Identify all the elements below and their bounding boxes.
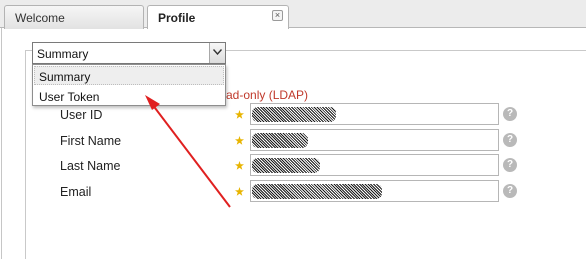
view-select-options: Summary User Token xyxy=(32,64,226,106)
help-icon[interactable]: ? xyxy=(503,107,517,121)
close-icon[interactable]: × xyxy=(272,10,283,21)
tab-bar: Welcome Profile × xyxy=(0,0,586,29)
obscured-value xyxy=(252,133,308,148)
first-name-field[interactable] xyxy=(250,129,499,151)
star-icon xyxy=(235,110,244,119)
view-select-value: Summary xyxy=(37,47,89,61)
star-icon xyxy=(235,187,244,196)
user-id-field[interactable] xyxy=(250,103,499,125)
obscured-value xyxy=(252,184,382,199)
email-field[interactable] xyxy=(250,180,499,202)
option-user-token[interactable]: User Token xyxy=(34,86,224,105)
view-select[interactable]: Summary xyxy=(32,42,226,64)
obscured-value xyxy=(252,107,336,122)
tab-welcome[interactable]: Welcome xyxy=(4,5,144,29)
panel-border xyxy=(1,28,2,259)
tab-welcome-label: Welcome xyxy=(15,11,65,25)
email-label: Email xyxy=(60,185,92,199)
help-icon[interactable]: ? xyxy=(503,133,517,147)
last-name-label: Last Name xyxy=(60,159,121,173)
chevron-down-icon xyxy=(213,49,222,55)
obscured-value xyxy=(252,158,320,173)
user-id-label: User ID xyxy=(60,108,103,122)
last-name-field[interactable] xyxy=(250,154,499,176)
first-name-label: First Name xyxy=(60,134,122,148)
option-summary[interactable]: Summary xyxy=(34,66,224,85)
tab-profile-label: Profile xyxy=(158,11,196,25)
dropdown-trigger[interactable] xyxy=(209,43,225,63)
star-icon xyxy=(235,161,244,170)
help-icon[interactable]: ? xyxy=(503,158,517,172)
tab-profile[interactable]: Profile × xyxy=(147,5,289,29)
ldap-readonly-note: ad-only (LDAP) xyxy=(226,88,309,102)
star-icon xyxy=(235,136,244,145)
help-icon[interactable]: ? xyxy=(503,184,517,198)
